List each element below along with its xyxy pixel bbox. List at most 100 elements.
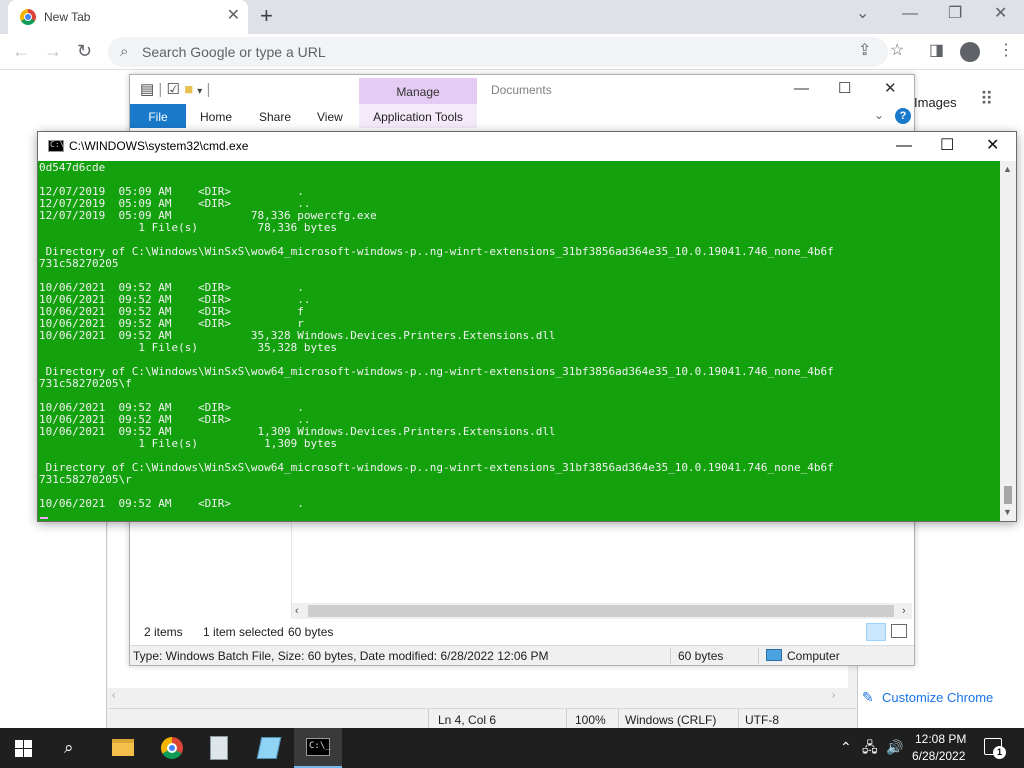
side-panel-icon[interactable]: ◨ [929, 41, 944, 61]
restore-icon[interactable]: ❐ [948, 4, 962, 24]
tab-view[interactable]: View [317, 110, 343, 124]
tab-search-icon[interactable]: ⌄ [856, 4, 869, 24]
omnibox[interactable]: ⌕ Search Google or type a URL [108, 37, 888, 67]
status-eol: Windows (CRLF) [625, 713, 717, 727]
details-size: 60 bytes [678, 649, 724, 663]
explorer-window-title: Documents [491, 83, 552, 97]
checkmark-icon[interactable]: ☑ [166, 81, 179, 98]
details-view-icon[interactable] [866, 623, 886, 641]
explorer-details-bar: Type: Windows Batch File, Size: 60 bytes… [130, 645, 914, 665]
scroll-thumb[interactable] [308, 605, 894, 617]
cmd-icon[interactable]: C:\_ [306, 738, 331, 756]
console-line: 1 File(s) 78,336 bytes [39, 221, 338, 234]
minimize-icon[interactable]: — [794, 80, 809, 98]
scroll-thumb[interactable] [1004, 486, 1012, 504]
folder-icon[interactable]: ■ [184, 81, 193, 98]
expand-ribbon-icon[interactable]: ⌄ [874, 108, 884, 122]
console-line: 1 File(s) 35,328 bytes [39, 341, 338, 354]
network-icon[interactable]: 🖧 [862, 738, 878, 756]
cmd-icon[interactable]: C:\ [48, 140, 64, 152]
minimize-icon[interactable]: — [896, 136, 912, 156]
customize-qat-icon[interactable]: ▾ [197, 86, 202, 97]
tab-home[interactable]: Home [200, 110, 232, 124]
search-icon[interactable]: ⌕ [64, 738, 74, 758]
large-icons-view-icon[interactable] [891, 624, 907, 638]
console-line: 731c58270205\r [39, 473, 132, 486]
explorer-status-bar: 2 items 1 item selected 60 bytes [130, 620, 914, 644]
console-output: 0d547d6cde 12/07/2019 05:09 AM <DIR> . 12/… [39, 162, 999, 510]
console-line: 731c58270205\f [39, 377, 132, 390]
status-item-count: 2 items [144, 625, 183, 639]
customize-chrome-button[interactable]: ✎ Customize Chrome [852, 684, 1012, 710]
minimize-icon[interactable]: — [902, 4, 918, 24]
divider [670, 648, 671, 664]
new-tab-button[interactable]: + [260, 5, 273, 27]
back-arrow-icon[interactable]: ← [12, 40, 30, 62]
close-tab-icon[interactable]: ✕ [227, 7, 240, 25]
maximize-icon[interactable]: ☐ [940, 136, 954, 156]
customize-chrome-label: Customize Chrome [882, 690, 994, 705]
cmd-console[interactable]: 0d547d6cde 12/07/2019 05:09 AM <DIR> . 12/… [38, 161, 1000, 521]
scroll-left-icon[interactable]: ‹ [112, 690, 115, 701]
clock-time[interactable]: 12:08 PM [915, 732, 966, 746]
close-icon[interactable]: ✕ [884, 80, 897, 98]
text-cursor [40, 517, 48, 519]
computer-icon [766, 649, 782, 661]
details-location: Computer [787, 649, 840, 663]
scroll-up-icon[interactable]: ▲ [1003, 164, 1012, 174]
share-icon[interactable]: ⇪ [858, 41, 871, 61]
tab-share[interactable]: Share [259, 110, 291, 124]
apps-grid-icon[interactable]: ⠿ [980, 90, 1000, 108]
start-icon[interactable] [15, 740, 32, 757]
tab-manage[interactable]: Manage [359, 78, 477, 104]
show-hidden-icons-icon[interactable]: ⌃ [840, 738, 852, 756]
console-line: 1 File(s) 1,309 bytes [39, 437, 338, 450]
maximize-icon[interactable]: ☐ [838, 80, 851, 98]
profile-icon[interactable] [960, 42, 980, 62]
console-line: 10/06/2021 09:52 AM <DIR> . [39, 497, 304, 510]
cmd-vertical-scrollbar[interactable]: ▲ ▼ [1000, 161, 1016, 521]
divider [758, 648, 759, 664]
tab-new-tab[interactable]: New Tab ✕ [8, 0, 248, 34]
star-icon[interactable]: ☆ [890, 41, 904, 61]
tab-file[interactable]: File [130, 104, 186, 128]
scroll-down-icon[interactable]: ▼ [1003, 507, 1012, 517]
close-icon[interactable]: ✕ [986, 136, 999, 156]
notepad-plus-plus-icon[interactable] [210, 736, 228, 760]
scroll-left-icon[interactable]: ‹ [295, 603, 299, 619]
scroll-right-icon[interactable]: › [832, 690, 835, 701]
console-line: Directory of C:\Windows\WinSxS\wow64_mic… [39, 245, 834, 258]
volume-icon[interactable]: 🔊 [886, 738, 903, 756]
console-line: 0d547d6cde [39, 161, 106, 174]
status-selection-size: 60 bytes [288, 625, 334, 639]
reload-icon[interactable]: ↻ [77, 40, 92, 62]
omnibox-placeholder: Search Google or type a URL [142, 44, 326, 60]
more-vert-icon[interactable]: ⋮ [998, 41, 1014, 61]
status-selection: 1 item selected [203, 625, 284, 639]
chrome-icon[interactable] [161, 737, 183, 759]
help-icon[interactable]: ? [895, 108, 911, 124]
cmd-window-title: C:\WINDOWS\system32\cmd.exe [69, 139, 249, 153]
divider [618, 709, 619, 729]
clock-date[interactable]: 6/28/2022 [912, 749, 965, 763]
chrome-logo-icon [20, 9, 36, 25]
tab-application-tools[interactable]: Application Tools [359, 104, 477, 128]
close-window-icon[interactable]: ✕ [994, 4, 1007, 24]
properties-icon[interactable]: ▤ [140, 81, 154, 98]
scroll-right-icon[interactable]: › [902, 603, 906, 619]
explorer-horizontal-scrollbar[interactable]: ‹ › [292, 603, 912, 619]
status-zoom: 100% [575, 713, 606, 727]
images-link[interactable]: Images [914, 95, 957, 110]
details-text: Type: Windows Batch File, Size: 60 bytes… [133, 649, 549, 663]
cmd-title-bar[interactable]: C:\ C:\WINDOWS\system32\cmd.exe — ☐ ✕ [38, 132, 1016, 161]
pencil-icon: ✎ [862, 689, 874, 705]
navigation-pane[interactable] [130, 522, 292, 618]
file-explorer-icon[interactable] [112, 739, 134, 756]
notepad-horizontal-scrollbar[interactable]: ‹ › [108, 688, 848, 705]
forward-arrow-icon[interactable]: → [44, 40, 62, 62]
quick-access-toolbar: ▤ | ☑ ■ ▾ | [140, 81, 211, 98]
notification-count-badge: 1 [993, 746, 1006, 759]
tab-title: New Tab [44, 10, 91, 24]
divider [428, 709, 429, 729]
status-encoding: UTF-8 [745, 713, 779, 727]
